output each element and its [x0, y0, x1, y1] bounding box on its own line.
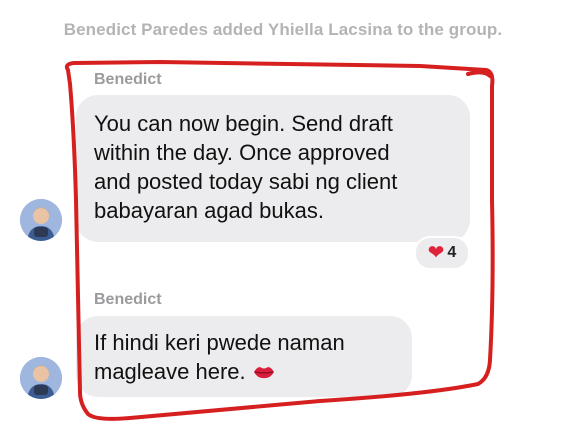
message-line: You can now begin. Send draft [94, 111, 393, 136]
reaction-badge[interactable]: ❤ 4 [414, 236, 470, 270]
sender-name: Benedict [94, 71, 162, 88]
system-message: Benedict Paredes added Yhiella Lacsina t… [63, 20, 503, 39]
message-line: babayaran agad bukas. [94, 198, 324, 223]
avatar[interactable] [20, 199, 62, 241]
message-bubble[interactable]: You can now begin. Send draft within the… [76, 95, 470, 242]
avatar-image [20, 199, 62, 241]
message-line: If hindi keri pwede naman [94, 330, 345, 355]
sender-name: Benedict [94, 291, 162, 308]
message-bubble[interactable]: If hindi keri pwede naman magleave here. [76, 316, 412, 397]
avatar[interactable] [20, 357, 62, 399]
message-line: and posted today sabi ng client [94, 169, 398, 194]
avatar-image [20, 357, 62, 399]
message-line: magleave here. [94, 359, 246, 384]
kiss-lips-icon [252, 359, 276, 388]
reaction-count: 4 [447, 244, 457, 261]
heart-icon: ❤ [427, 242, 445, 264]
message-line: within the day. Once approved [94, 140, 390, 165]
